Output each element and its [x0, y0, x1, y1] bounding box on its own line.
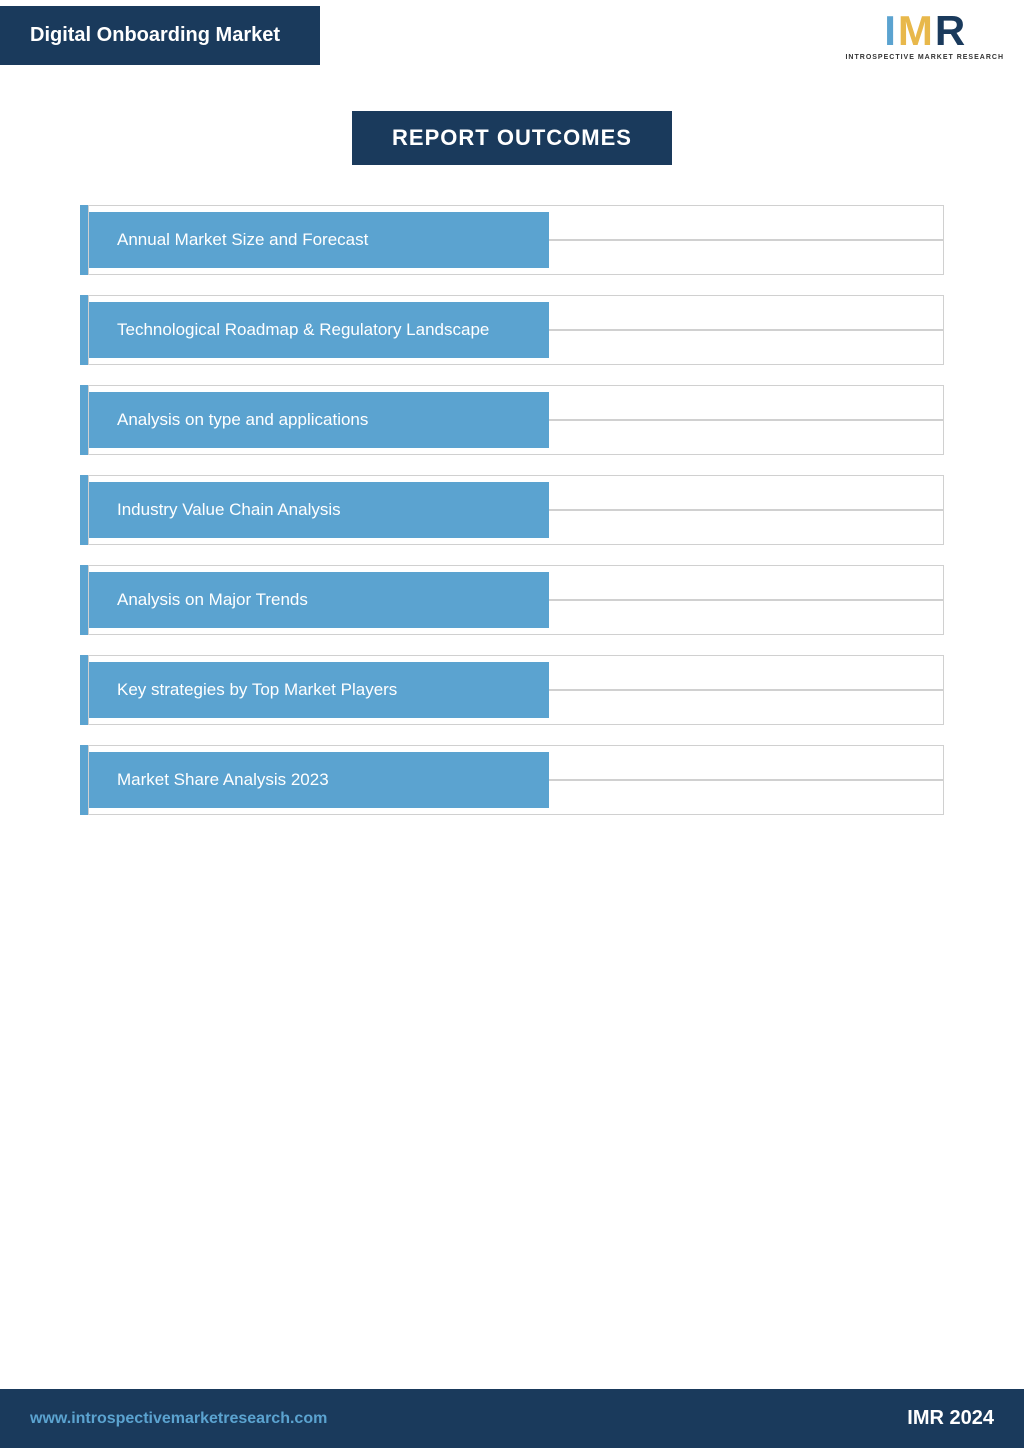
header-title-block: Digital Onboarding Market — [0, 6, 320, 65]
left-accent-line — [80, 205, 88, 275]
logo-letters: I M R — [884, 10, 965, 52]
left-accent-line — [80, 745, 88, 815]
footer-url: www.introspectivemarketresearch.com — [30, 1410, 327, 1428]
outcome-right-2 — [549, 329, 943, 331]
outcome-label-4: Industry Value Chain Analysis — [117, 500, 341, 519]
logo-r: R — [935, 10, 965, 52]
list-item: Analysis on Major Trends — [80, 565, 944, 635]
outcome-label-block-5: Analysis on Major Trends — [89, 572, 549, 628]
list-item: Annual Market Size and Forecast — [80, 205, 944, 275]
outcome-item-5: Analysis on Major Trends — [88, 565, 944, 635]
logo-m: M — [898, 10, 933, 52]
list-item: Industry Value Chain Analysis — [80, 475, 944, 545]
left-accent-line — [80, 475, 88, 545]
outcome-item-3: Analysis on type and applications — [88, 385, 944, 455]
outcome-right-4 — [549, 509, 943, 511]
outcome-label-block-4: Industry Value Chain Analysis — [89, 482, 549, 538]
report-outcomes-container: REPORT OUTCOMES — [80, 111, 944, 165]
outcome-right-7 — [549, 779, 943, 781]
outcome-item-6: Key strategies by Top Market Players — [88, 655, 944, 725]
outcome-item-7: Market Share Analysis 2023 — [88, 745, 944, 815]
outcome-label-1: Annual Market Size and Forecast — [117, 230, 368, 249]
outcome-label-5: Analysis on Major Trends — [117, 590, 308, 609]
outcome-right-5 — [549, 599, 943, 601]
outcome-item-2: Technological Roadmap & Regulatory Lands… — [88, 295, 944, 365]
outcome-item-4: Industry Value Chain Analysis — [88, 475, 944, 545]
outcome-label-block-7: Market Share Analysis 2023 — [89, 752, 549, 808]
outcome-label-2: Technological Roadmap & Regulatory Lands… — [117, 320, 489, 339]
outcome-right-1 — [549, 239, 943, 241]
outcome-label-block-3: Analysis on type and applications — [89, 392, 549, 448]
list-item: Technological Roadmap & Regulatory Lands… — [80, 295, 944, 365]
outcome-label-6: Key strategies by Top Market Players — [117, 680, 397, 699]
left-accent-line — [80, 655, 88, 725]
left-accent-line — [80, 295, 88, 365]
list-item: Market Share Analysis 2023 — [80, 745, 944, 815]
main-content: REPORT OUTCOMES Annual Market Size and F… — [0, 71, 1024, 855]
page-footer: www.introspectivemarketresearch.com IMR … — [0, 1389, 1024, 1448]
outcome-label-7: Market Share Analysis 2023 — [117, 770, 329, 789]
outcome-right-3 — [549, 419, 943, 421]
footer-brand: IMR 2024 — [907, 1407, 994, 1430]
list-item: Key strategies by Top Market Players — [80, 655, 944, 725]
outcome-right-6 — [549, 689, 943, 691]
report-outcomes-heading: REPORT OUTCOMES — [352, 111, 672, 165]
page-header: Digital Onboarding Market I M R INTROSPE… — [0, 0, 1024, 71]
outcome-items-list: Annual Market Size and Forecast Technolo… — [80, 205, 944, 815]
outcome-label-block-6: Key strategies by Top Market Players — [89, 662, 549, 718]
left-accent-line — [80, 385, 88, 455]
outcome-label-3: Analysis on type and applications — [117, 410, 368, 429]
outcome-label-block-1: Annual Market Size and Forecast — [89, 212, 549, 268]
outcome-label-block-2: Technological Roadmap & Regulatory Lands… — [89, 302, 549, 358]
left-accent-line — [80, 565, 88, 635]
outcome-item-1: Annual Market Size and Forecast — [88, 205, 944, 275]
header-title: Digital Onboarding Market — [30, 24, 280, 46]
list-item: Analysis on type and applications — [80, 385, 944, 455]
logo-subtitle: INTROSPECTIVE MARKET RESEARCH — [845, 54, 1004, 61]
logo-i: I — [884, 10, 896, 52]
logo-block: I M R INTROSPECTIVE MARKET RESEARCH — [825, 0, 1024, 71]
